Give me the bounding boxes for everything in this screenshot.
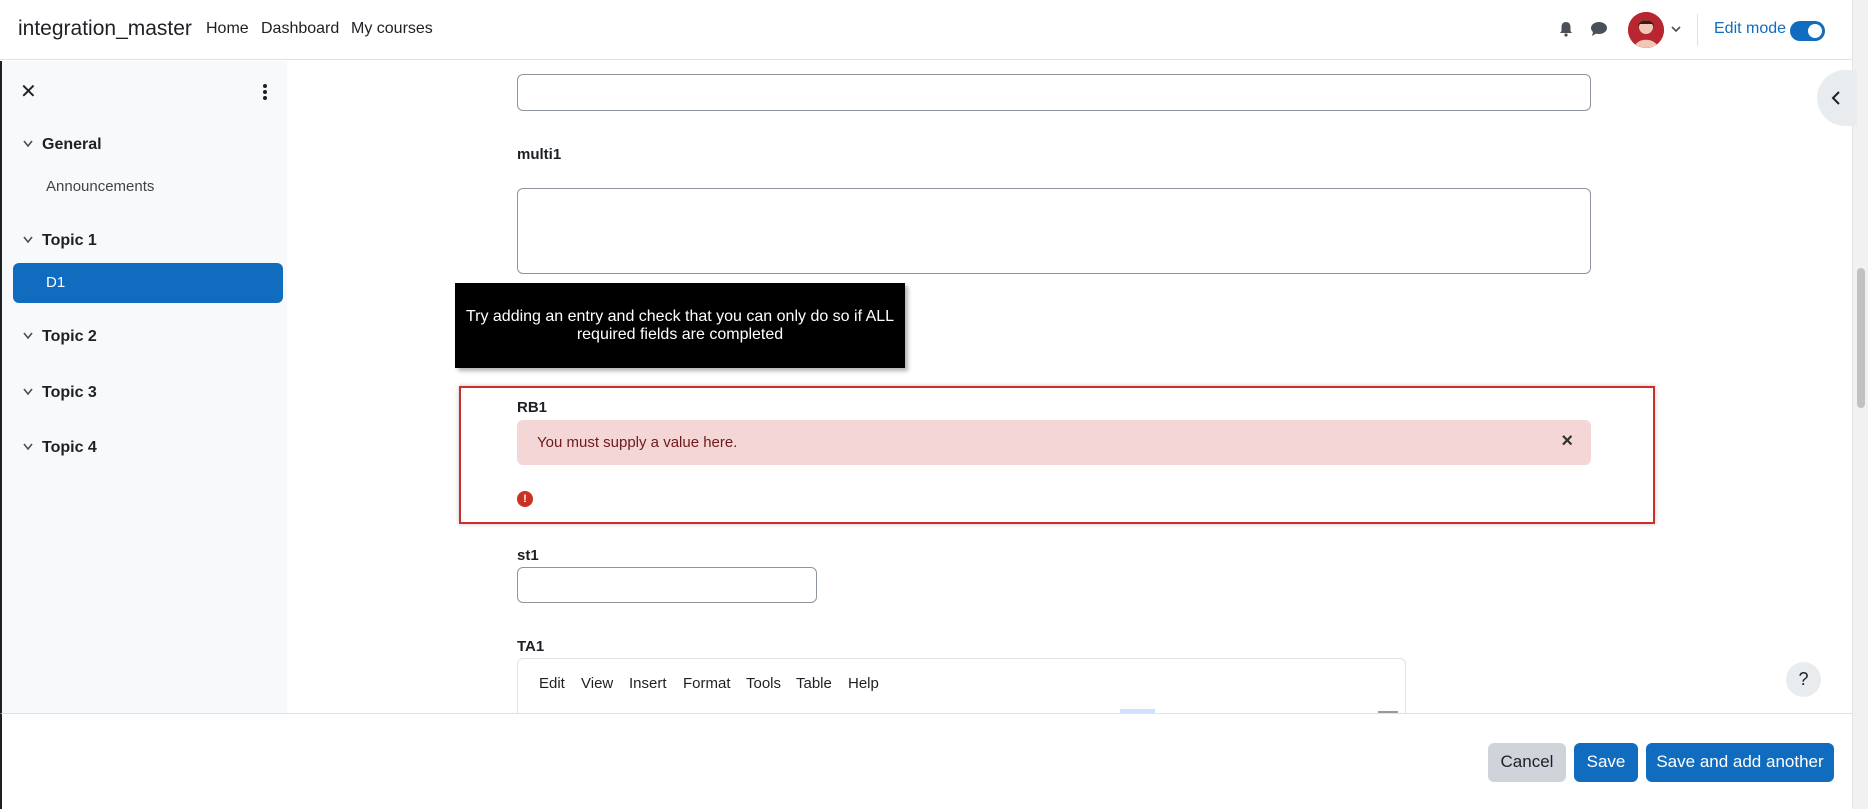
chevron-down-icon (22, 328, 42, 346)
st1-label: st1 (517, 547, 539, 564)
multi1-textarea[interactable] (517, 188, 1591, 274)
section-topic-2[interactable]: Topic 2 (22, 328, 97, 346)
chevron-down-icon (22, 384, 42, 402)
help-button[interactable]: ? (1786, 662, 1821, 697)
editor-menu-format[interactable]: Format (683, 675, 731, 692)
editor-menu-tools[interactable]: Tools (746, 675, 781, 692)
course-index-drawer: ✕ General Announcements Topic 1 D1 Topic… (0, 61, 287, 713)
text-field-top[interactable] (517, 74, 1591, 111)
error-alert: You must supply a value here. × (517, 420, 1591, 465)
site-brand[interactable]: integration_master (18, 17, 192, 41)
scroll-thumb[interactable] (1857, 268, 1865, 408)
editor-menu-view[interactable]: View (581, 675, 613, 692)
tour-tooltip: Try adding an entry and check that you c… (455, 283, 905, 368)
chevron-down-icon (22, 136, 42, 154)
chevron-down-icon (22, 439, 42, 457)
section-title: Topic 4 (42, 439, 97, 456)
alert-message: You must supply a value here. (537, 434, 738, 451)
editor-menu-edit[interactable]: Edit (539, 675, 565, 692)
cancel-button[interactable]: Cancel (1488, 743, 1566, 782)
message-icon[interactable] (1589, 20, 1609, 40)
save-and-add-another-button[interactable]: Save and add another (1646, 743, 1834, 782)
section-title: Topic 1 (42, 232, 97, 249)
rb1-label: RB1 (517, 399, 548, 416)
save-button[interactable]: Save (1574, 743, 1638, 782)
st1-input[interactable] (517, 567, 817, 603)
kebab-menu-icon[interactable] (258, 82, 272, 102)
editor-menu-help[interactable]: Help (848, 675, 879, 692)
section-title: General (42, 136, 102, 153)
editor-menu-insert[interactable]: Insert (629, 675, 667, 692)
close-icon[interactable]: ✕ (20, 79, 37, 104)
user-avatar[interactable] (1628, 12, 1664, 48)
section-general[interactable]: General (22, 136, 102, 154)
close-icon[interactable]: × (1561, 430, 1573, 453)
activity-d1[interactable]: D1 (13, 263, 283, 303)
top-navbar: integration_master Home Dashboard My cou… (0, 0, 1852, 60)
nav-my-courses[interactable]: My courses (351, 20, 433, 38)
edit-mode-label: Edit mode (1714, 20, 1787, 37)
multi1-label: multi1 (517, 146, 562, 163)
block-drawer-toggle[interactable] (1817, 70, 1857, 126)
sticky-footer: Cancel Save Save and add another (0, 713, 1852, 809)
section-topic-1[interactable]: Topic 1 (22, 232, 97, 250)
section-topic-3[interactable]: Topic 3 (22, 384, 97, 402)
activity-announcements[interactable]: Announcements (46, 178, 154, 195)
section-title: Topic 3 (42, 384, 97, 401)
chevron-down-icon (22, 232, 42, 250)
nav-dashboard[interactable]: Dashboard (261, 20, 339, 38)
edit-mode-toggle[interactable] (1790, 21, 1825, 41)
error-icon: ! (517, 491, 533, 507)
chevron-down-icon[interactable] (1670, 22, 1690, 42)
section-title: Topic 2 (42, 328, 97, 345)
bell-icon[interactable] (1557, 20, 1577, 40)
nav-home[interactable]: Home (206, 20, 249, 38)
toggle-knob (1808, 24, 1822, 38)
editor-menu-table[interactable]: Table (796, 675, 832, 692)
section-topic-4[interactable]: Topic 4 (22, 439, 97, 457)
nav-divider (1697, 14, 1698, 46)
ta1-label: TA1 (517, 638, 545, 655)
